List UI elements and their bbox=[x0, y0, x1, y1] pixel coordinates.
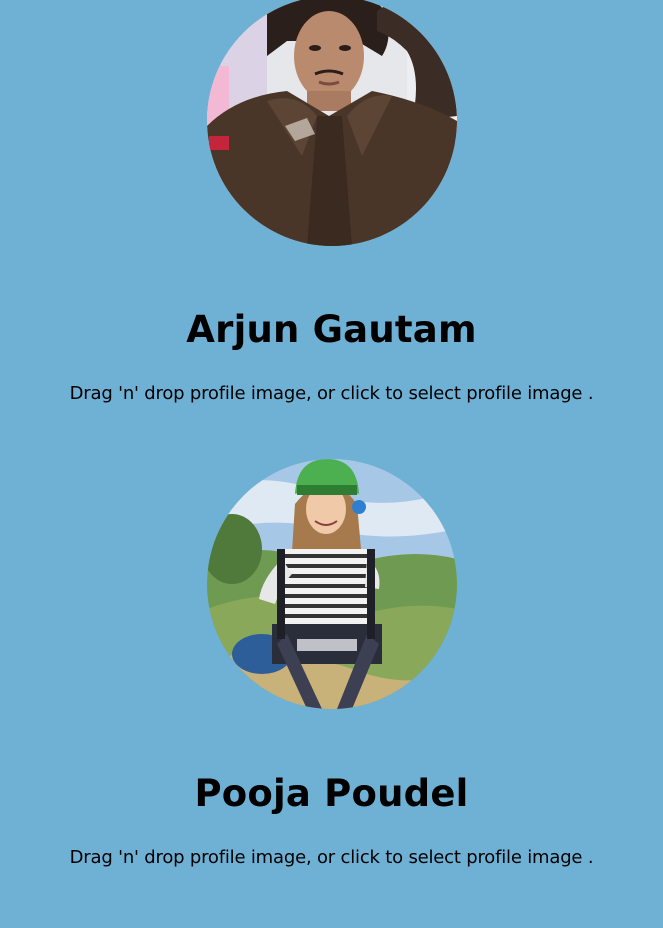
profile-name: Arjun Gautam bbox=[186, 308, 477, 351]
avatar-photo-arjun bbox=[206, 0, 457, 246]
upload-instruction-text[interactable]: Drag 'n' drop profile image, or click to… bbox=[0, 383, 663, 404]
profiles-page: Arjun Gautam Drag 'n' drop profile image… bbox=[0, 0, 663, 928]
profile-image-dropzone[interactable] bbox=[206, 459, 457, 709]
profile-card-arjun: Arjun Gautam Drag 'n' drop profile image… bbox=[0, 0, 663, 404]
upload-instruction-text[interactable]: Drag 'n' drop profile image, or click to… bbox=[0, 847, 663, 868]
profile-name: Pooja Poudel bbox=[194, 772, 469, 815]
profile-image-dropzone[interactable] bbox=[206, 0, 457, 246]
avatar-photo-pooja bbox=[206, 459, 457, 709]
profile-card-pooja: Pooja Poudel Drag 'n' drop profile image… bbox=[0, 459, 663, 868]
